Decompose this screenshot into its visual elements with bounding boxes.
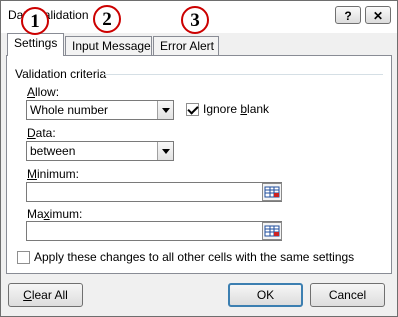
data-value: between (30, 144, 76, 158)
data-label: Data: (27, 126, 56, 140)
data-dropdown[interactable]: between (26, 141, 174, 161)
apply-all-label: Apply these changes to all other cells w… (34, 250, 355, 264)
ignore-blank-checkbox[interactable] (186, 103, 199, 116)
minimum-input[interactable] (26, 182, 282, 202)
maximum-input[interactable] (26, 221, 282, 241)
settings-panel (6, 55, 392, 274)
marker-2: 2 (93, 5, 121, 33)
data-validation-dialog: Data Validation ? ✕ Settings Input Messa… (0, 0, 398, 317)
ignore-blank-label: Ignore blank (203, 102, 270, 116)
tab-input-message[interactable]: Input Message (65, 36, 152, 55)
tab-error-alert[interactable]: Error Alert (153, 36, 219, 55)
apply-all-checkbox[interactable] (17, 251, 30, 264)
marker-3: 3 (181, 6, 209, 34)
allow-value: Whole number (30, 103, 109, 117)
tab-settings-label: Settings (14, 36, 58, 50)
ok-button[interactable]: OK (228, 283, 303, 307)
marker-1: 1 (21, 7, 49, 35)
chevron-down-icon[interactable] (157, 142, 173, 160)
validation-criteria-header: Validation criteria (15, 67, 107, 81)
range-selector-icon[interactable] (262, 183, 282, 201)
cancel-button[interactable]: Cancel (310, 283, 385, 307)
tab-error-alert-label: Error Alert (160, 39, 215, 53)
range-selector-icon[interactable] (262, 222, 282, 240)
criteria-divider (103, 74, 383, 75)
allow-dropdown[interactable]: Whole number (26, 100, 174, 120)
close-button[interactable]: ✕ (365, 6, 391, 24)
help-button[interactable]: ? (335, 6, 361, 24)
tab-input-message-label: Input Message (72, 39, 151, 53)
allow-label: Allow: (27, 85, 60, 99)
tab-settings[interactable]: Settings (7, 33, 64, 56)
minimum-label: Minimum: (27, 167, 80, 181)
maximum-label: Maximum: (27, 207, 83, 221)
chevron-down-icon[interactable] (157, 101, 173, 119)
clear-all-button[interactable]: Clear All (8, 283, 83, 307)
